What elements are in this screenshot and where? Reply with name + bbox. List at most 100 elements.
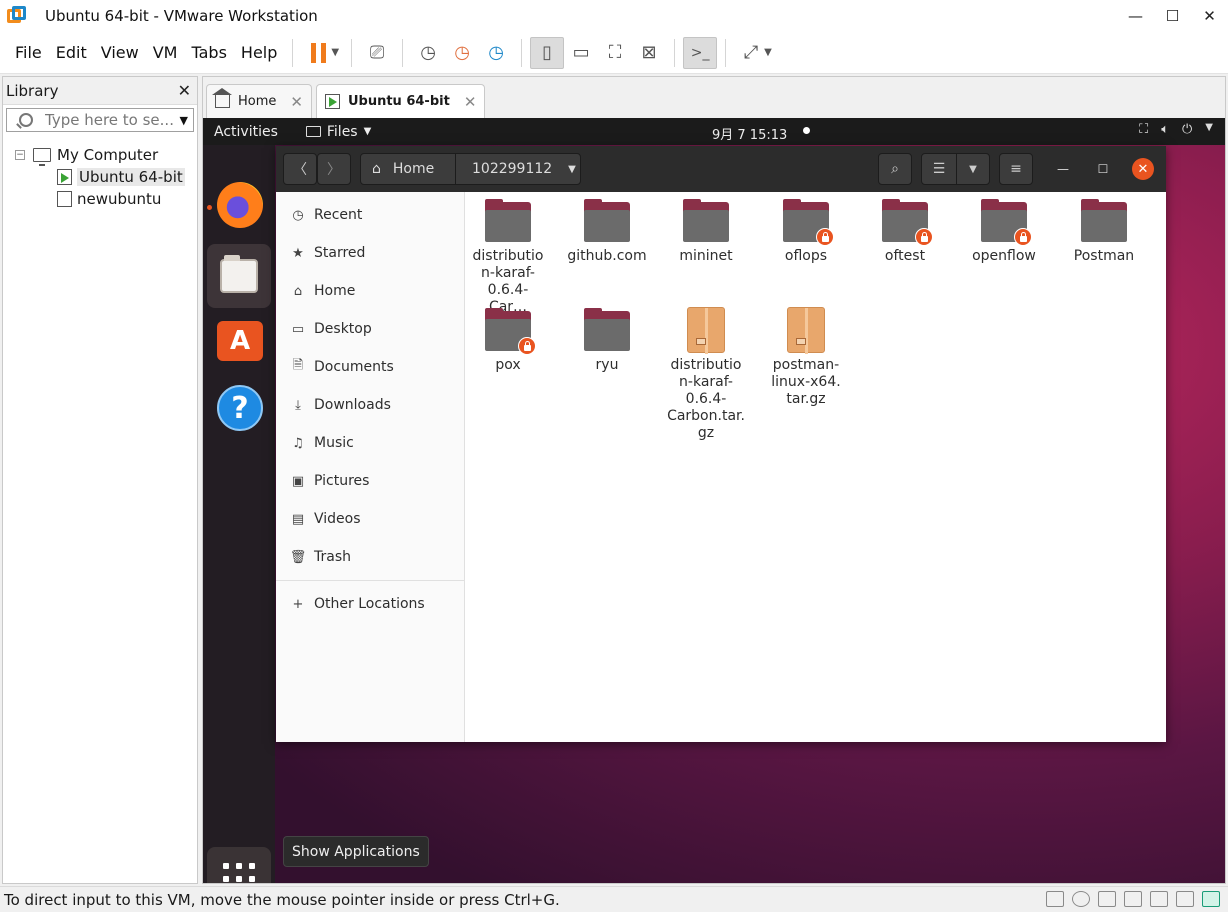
files-close-button[interactable]: ✕ <box>1132 158 1154 180</box>
sidebar-item-trash[interactable]: 🗑︎ Trash <box>276 538 464 576</box>
usb-device-icon[interactable] <box>1176 891 1194 907</box>
locked-folder-icon <box>882 199 933 246</box>
maximize-button[interactable]: ☐ <box>1154 0 1191 32</box>
file-item-oftest[interactable]: oftest <box>855 199 955 265</box>
revert-snapshot-button[interactable]: ◷ <box>445 37 479 69</box>
sidebar-item-desktop[interactable]: ▭ Desktop <box>276 310 464 348</box>
file-item-mininet[interactable]: mininet <box>656 199 756 265</box>
tab-home[interactable]: Home ✕ <box>206 84 312 118</box>
suspend-button[interactable] <box>301 37 335 69</box>
file-item-postman-archive[interactable]: postman- linux-x64. tar.gz <box>756 307 856 408</box>
file-item-ryu[interactable]: ryu <box>557 308 657 374</box>
unity-button[interactable]: ⊠ <box>632 37 666 69</box>
printer-icon[interactable] <box>1124 891 1142 907</box>
show-library-button[interactable]: ▯ <box>530 36 565 69</box>
dock-firefox[interactable] <box>214 179 266 231</box>
toolbar-separator <box>725 38 727 67</box>
forward-button[interactable]: 〉 <box>317 153 351 185</box>
library-search-input[interactable]: Type here to se... ▼ <box>6 108 194 132</box>
sidebar-item-label: Home <box>314 283 356 299</box>
main-menu-button[interactable]: ≡ <box>999 153 1033 185</box>
guest-screen[interactable]: Activities Files ▼ 9月 7 15:13 ⛶ 🔈︎ ⏻ ▼ A… <box>203 118 1225 883</box>
send-ctrl-alt-del-button[interactable]: ⎚ <box>360 37 394 69</box>
close-button[interactable]: ✕ <box>1191 0 1228 32</box>
stretch-dropdown-icon[interactable]: ▼ <box>764 47 772 58</box>
dock-software[interactable]: A <box>214 315 266 367</box>
search-dropdown-icon[interactable]: ▼ <box>180 114 193 127</box>
snapshot-manager-button[interactable]: ◷ <box>479 37 513 69</box>
menu-tabs[interactable]: Tabs <box>184 43 233 62</box>
app-menu-button[interactable]: Files ▼ <box>305 124 371 140</box>
chevron-left-icon: 〈 <box>293 162 307 178</box>
cd-dvd-icon[interactable] <box>1072 891 1090 907</box>
sidebar-item-downloads[interactable]: ⤓ Downloads <box>276 386 464 424</box>
network-adapter-icon[interactable] <box>1098 891 1116 907</box>
hard-disk-icon[interactable] <box>1046 891 1064 907</box>
activities-button[interactable]: Activities <box>214 124 278 140</box>
path-current-button[interactable]: 102299112 ▼ <box>455 153 581 185</box>
show-thumbnail-bar-button[interactable]: ▭ <box>564 37 598 69</box>
search-button[interactable]: ⌕ <box>878 153 912 185</box>
file-item-distribution-karaf-folder[interactable]: distributio n-karaf- 0.6.4-Car… <box>458 199 558 316</box>
power-dropdown-icon[interactable]: ▼ <box>331 47 339 58</box>
files-maximize-button[interactable]: ☐ <box>1092 158 1114 180</box>
list-view-button[interactable]: ☰ <box>921 153 957 185</box>
sidebar-item-music[interactable]: ♫ Music <box>276 424 464 462</box>
sidebar-item-recent[interactable]: ◷ Recent <box>276 196 464 234</box>
view-options-button[interactable]: ▼ <box>956 153 990 185</box>
message-log-icon[interactable] <box>1202 891 1220 907</box>
tree-item-ubuntu-64-bit[interactable]: Ubuntu 64-bit <box>3 166 197 188</box>
tree-item-newubuntu[interactable]: newubuntu <box>3 188 197 210</box>
star-icon: ★ <box>292 245 304 261</box>
files-minimize-button[interactable]: — <box>1052 158 1074 180</box>
chevron-down-icon: ▼ <box>568 163 576 175</box>
tab-close-icon[interactable]: ✕ <box>290 93 303 111</box>
tree-item-my-computer[interactable]: − My Computer <box>3 144 197 166</box>
menu-edit[interactable]: Edit <box>49 43 94 62</box>
clock[interactable]: 9月 7 15:13 <box>712 124 787 143</box>
sound-icon[interactable] <box>1150 891 1168 907</box>
minimize-button[interactable]: — <box>1117 0 1154 32</box>
stretch-guest-button[interactable]: ⤢ <box>734 37 768 69</box>
plus-icon: + <box>292 596 304 612</box>
menu-help[interactable]: Help <box>234 43 284 62</box>
show-applications-button[interactable] <box>207 847 271 883</box>
dock-files[interactable] <box>207 244 271 308</box>
tab-close-icon[interactable]: ✕ <box>464 93 477 111</box>
sidebar-item-home[interactable]: ⌂ Home <box>276 272 464 310</box>
file-item-distribution-karaf-archive[interactable]: distributio n-karaf- 0.6.4- Carbon.tar. … <box>656 307 756 442</box>
file-item-openflow[interactable]: openflow <box>954 199 1054 265</box>
menu-view[interactable]: View <box>94 43 146 62</box>
path-home-button[interactable]: ⌂ Home <box>360 153 456 185</box>
full-screen-button[interactable]: ⛶ <box>598 37 632 69</box>
file-grid: distributio n-karaf- 0.6.4-Car… github.c… <box>466 192 1166 742</box>
tree-item-label: My Computer <box>57 146 159 164</box>
dock-help[interactable]: ? <box>214 382 266 434</box>
sidebar-item-label: Other Locations <box>314 596 425 612</box>
sidebar-item-pictures[interactable]: ▣ Pictures <box>276 462 464 500</box>
tab-ubuntu-64-bit[interactable]: Ubuntu 64-bit ✕ <box>315 84 486 118</box>
sidebar-item-starred[interactable]: ★ Starred <box>276 234 464 272</box>
chevron-right-icon: 〉 <box>327 162 341 178</box>
back-button[interactable]: 〈 <box>283 153 317 185</box>
snapshot-button[interactable]: ◷ <box>411 37 445 69</box>
library-close-icon[interactable]: ✕ <box>178 81 191 100</box>
file-item-pox[interactable]: pox <box>458 308 558 374</box>
download-icon: ⤓ <box>295 397 301 413</box>
sidebar-item-videos[interactable]: ▤ Videos <box>276 500 464 538</box>
sidebar-item-documents[interactable]: 🗎︎ Documents <box>276 348 464 386</box>
file-item-oflops[interactable]: oflops <box>756 199 856 265</box>
file-item-github-com[interactable]: github.com <box>557 199 657 265</box>
toolbar-separator <box>521 38 523 67</box>
library-view-icon: ▯ <box>542 42 553 63</box>
sidebar-item-other-locations[interactable]: + Other Locations <box>276 585 464 623</box>
menu-vm[interactable]: VM <box>146 43 185 62</box>
file-item-postman[interactable]: Postman <box>1054 199 1154 265</box>
status-bar: To direct input to this VM, move the mou… <box>0 886 1228 912</box>
software-store-icon: A <box>217 321 263 361</box>
collapse-icon[interactable]: − <box>15 150 25 160</box>
console-view-button[interactable]: >_ <box>683 36 718 69</box>
system-tray[interactable]: ⛶ 🔈︎ ⏻ ▼ <box>1139 122 1213 137</box>
menu-file[interactable]: File <box>8 43 49 62</box>
sidebar-item-label: Music <box>314 435 354 451</box>
